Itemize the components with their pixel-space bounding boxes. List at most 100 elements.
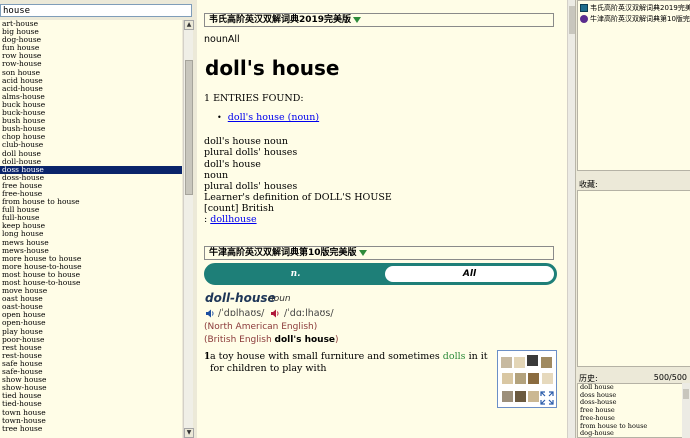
word-list-item[interactable]: tied-house xyxy=(0,400,182,408)
part-of-speech: noun xyxy=(268,294,291,304)
word-list-item[interactable]: more house-to-house xyxy=(0,263,182,271)
word-list-item[interactable]: most house-to-house xyxy=(0,279,182,287)
word-list-item[interactable]: doss-house xyxy=(0,174,182,182)
word-list-item[interactable]: oast-house xyxy=(0,303,182,311)
word-list-item[interactable]: safe house xyxy=(0,360,182,368)
word-list-item[interactable]: chop house xyxy=(0,133,182,141)
illustration-thumbnails[interactable] xyxy=(497,350,557,408)
word-list-item[interactable]: long house xyxy=(0,230,182,238)
word-list-item[interactable]: free house xyxy=(0,182,182,190)
region-prefix: (British English xyxy=(204,335,275,345)
part-of-speech-tabs: n. All xyxy=(204,263,557,285)
triangle-down-icon[interactable] xyxy=(353,16,362,23)
word-list-item[interactable]: art-house xyxy=(0,20,182,28)
history-item[interactable]: dog-house xyxy=(578,430,690,437)
word-list-item[interactable]: buck house xyxy=(0,101,182,109)
word-list-item[interactable]: oast house xyxy=(0,295,182,303)
dictionary-item-label: 韦氏高阶英汉双解词典2019完美版 xyxy=(590,4,690,12)
word-list-item[interactable]: big house xyxy=(0,28,182,36)
word-list-item[interactable]: dog-house xyxy=(0,36,182,44)
word-list-item[interactable]: move house xyxy=(0,287,182,295)
search-input[interactable] xyxy=(0,4,192,17)
word-list-item[interactable]: from house to house xyxy=(0,198,182,206)
entries-found: 1 ENTRIES FOUND: xyxy=(204,93,304,104)
tab-all[interactable]: All xyxy=(385,266,554,282)
word-list-item[interactable]: rest-house xyxy=(0,352,182,360)
triangle-down-icon[interactable] xyxy=(358,249,367,256)
word-list-item[interactable]: fun house xyxy=(0,44,182,52)
illustration-image xyxy=(515,391,526,402)
word-list-item[interactable]: doll house xyxy=(0,150,182,158)
pronunciation-american: /ˈdɑːlhaʊs/ xyxy=(284,308,334,319)
speaker-icon[interactable] xyxy=(205,309,215,318)
word-list-item[interactable]: acid house xyxy=(0,77,182,85)
word-list-item[interactable]: keep house xyxy=(0,222,182,230)
history-count: 500/500 xyxy=(653,373,687,382)
speaker-icon[interactable] xyxy=(270,309,280,318)
word-list-item[interactable]: show-house xyxy=(0,384,182,392)
word-list-item[interactable]: tree house xyxy=(0,425,182,433)
word-list-item[interactable]: mews house xyxy=(0,239,182,247)
history-scrollbar[interactable] xyxy=(682,383,690,438)
favorites-list[interactable] xyxy=(577,190,690,367)
word-list-item[interactable]: row-house xyxy=(0,60,182,68)
word-list-item[interactable]: tied house xyxy=(0,392,182,400)
dictionary-item-webster[interactable]: 韦氏高阶英汉双解词典2019完美版 xyxy=(580,3,690,14)
word-list-item[interactable]: play house xyxy=(0,328,182,336)
expand-icon[interactable] xyxy=(540,391,554,405)
word-list-item[interactable]: row house xyxy=(0,52,182,60)
word-list-item[interactable]: son house xyxy=(0,69,182,77)
word-list-item[interactable]: more house to house xyxy=(0,255,182,263)
entry-line: doll's house noun xyxy=(204,136,288,147)
word-list-item[interactable]: open-house xyxy=(0,319,182,327)
illustration-image xyxy=(528,373,539,384)
word-list-item[interactable]: bush house xyxy=(0,117,182,125)
scrollbar-thumb[interactable] xyxy=(185,60,193,195)
word-list-item[interactable]: bush-house xyxy=(0,125,182,133)
word-list-item[interactable]: doll-house xyxy=(0,158,182,166)
entry-link[interactable]: doll's house (noun) xyxy=(228,112,319,123)
book-icon xyxy=(580,4,588,12)
dictionary-header-webster[interactable]: 韦氏高阶英汉双解词典2019完美版 xyxy=(204,13,554,27)
word-list-scrollbar[interactable]: ▲ ▼ xyxy=(183,20,194,438)
scrollbar-thumb[interactable] xyxy=(683,389,689,399)
word-list-pane: art-housebig housedog-housefun houserow … xyxy=(0,0,194,438)
scroll-down-icon[interactable]: ▼ xyxy=(184,428,194,438)
dictionary-header-oxford[interactable]: 牛津高阶英汉双解词典第10版完美版 xyxy=(204,246,554,260)
word-list-item[interactable]: show house xyxy=(0,376,182,384)
definition-scrollbar[interactable] xyxy=(567,0,575,438)
tab-noun[interactable]: n. xyxy=(207,266,384,282)
cross-reference-link[interactable]: dolls xyxy=(443,351,466,362)
globe-icon xyxy=(580,15,588,23)
illustration-image xyxy=(502,373,513,384)
word-list-item[interactable]: most house to house xyxy=(0,271,182,279)
word-list-item[interactable]: rest house xyxy=(0,344,182,352)
see-also-link[interactable]: dollhouse xyxy=(210,214,256,225)
word-list-item[interactable]: poor-house xyxy=(0,336,182,344)
word-list-item[interactable]: mews-house xyxy=(0,247,182,255)
word-list-item[interactable]: town house xyxy=(0,409,182,417)
dictionary-name: 牛津高阶英汉双解词典第10版完美版 xyxy=(209,248,357,258)
word-list[interactable]: art-house big house dog-house fun house row … xyxy=(0,20,182,438)
word-list-item[interactable]: alms-house xyxy=(0,93,182,101)
word-list-item[interactable]: club-house xyxy=(0,141,182,149)
illustration-image xyxy=(527,355,538,366)
sense-definition: a toy house with small furniture and som… xyxy=(210,351,490,375)
word-list-item[interactable]: doss house xyxy=(0,165,182,174)
entry-line: plural dolls' houses xyxy=(204,147,298,158)
illustration-image xyxy=(514,357,525,368)
word-list-item[interactable]: buck-house xyxy=(0,109,182,117)
word-list-item[interactable]: safe-house xyxy=(0,368,182,376)
dictionary-item-oxford[interactable]: 牛津高阶英汉双解词典第10版完美版 xyxy=(580,14,690,25)
history-list[interactable]: doll house doss house doss-house free house… xyxy=(577,383,690,438)
word-list-item[interactable]: open house xyxy=(0,311,182,319)
word-list-item[interactable]: town-house xyxy=(0,417,182,425)
entry-line: [count] British xyxy=(204,203,274,214)
word-list-item[interactable]: full-house xyxy=(0,214,182,222)
entry-label: nounAll xyxy=(204,34,240,45)
entry-line: Learner's definition of DOLL'S HOUSE xyxy=(204,192,392,203)
word-list-item[interactable]: free-house xyxy=(0,190,182,198)
word-list-item[interactable]: full house xyxy=(0,206,182,214)
word-list-item[interactable]: acid-house xyxy=(0,85,182,93)
scroll-up-icon[interactable]: ▲ xyxy=(184,20,194,30)
